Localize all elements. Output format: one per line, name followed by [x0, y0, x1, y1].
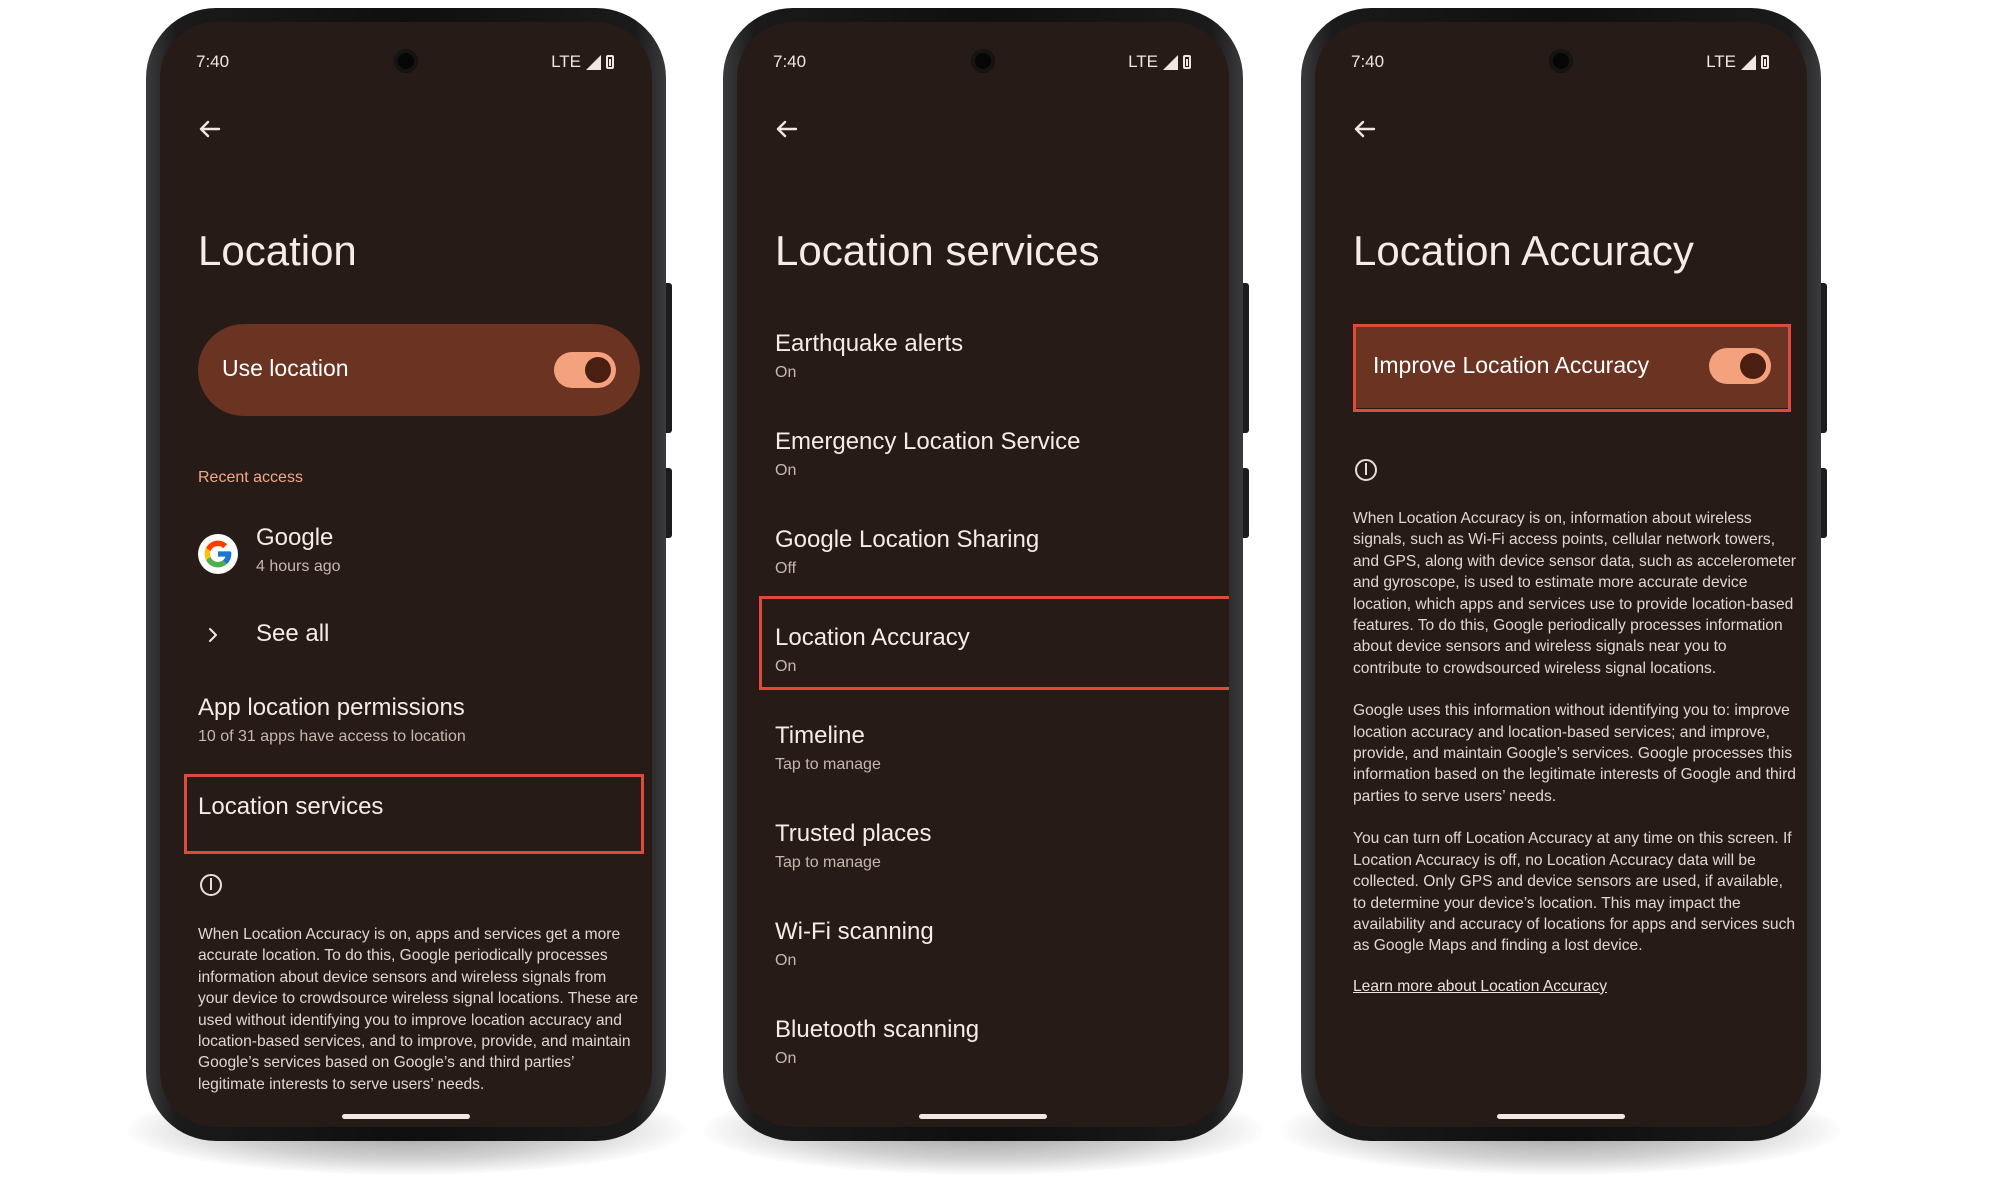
status-time: 7:40 [773, 52, 807, 71]
list-item-title: Trusted places [775, 820, 932, 847]
list-item-google-location-sharing[interactable]: Google Location Sharing Off [775, 526, 1039, 578]
info-paragraph-1: When Location Accuracy is on, informatio… [1353, 510, 1796, 677]
battery-icon [606, 55, 614, 69]
page-title: Location Accuracy [1353, 227, 1694, 274]
battery-icon [1761, 55, 1769, 69]
list-item-title: Timeline [775, 722, 865, 749]
highlight-box [1353, 324, 1791, 412]
side-button [1821, 468, 1827, 538]
home-indicator[interactable] [919, 1114, 1047, 1119]
highlight-box [759, 596, 1229, 690]
list-item-wifi-scanning[interactable]: Wi-Fi scanning On [775, 918, 934, 970]
home-indicator[interactable] [1497, 1114, 1625, 1119]
switch-knob [585, 357, 611, 383]
app-location-permissions[interactable]: App location permissions 10 of 31 apps h… [198, 694, 466, 746]
front-camera [971, 49, 995, 73]
see-all-label: See all [256, 620, 330, 647]
list-item-status: Tap to manage [775, 854, 881, 871]
back-arrow-icon[interactable] [771, 114, 801, 144]
list-item-title: Earthquake alerts [775, 330, 964, 357]
recent-app-name: Google [256, 524, 334, 551]
list-item-earthquake-alerts[interactable]: Earthquake alerts On [775, 330, 963, 382]
screen: 7:40 LTE Location services Earthquake al… [737, 22, 1229, 1127]
list-item-title: Bluetooth scanning [775, 1016, 980, 1043]
network-label: LTE [1128, 52, 1158, 71]
phone-location-services: 7:40 LTE Location services Earthquake al… [723, 8, 1249, 1141]
screen: 7:40 LTE Location Use location Recent ac… [160, 22, 652, 1127]
phone-location: 7:40 LTE Location Use location Recent ac… [146, 8, 672, 1141]
chevron-right-icon [209, 628, 217, 642]
app-permissions-subtitle: 10 of 31 apps have access to location [198, 728, 466, 745]
signal-icon [1741, 54, 1756, 70]
back-arrow-icon[interactable] [194, 114, 224, 144]
screen: 7:40 LTE Location Accuracy Improve Locat… [1315, 22, 1807, 1127]
toggle-label: Use location [222, 355, 349, 381]
list-item-timeline[interactable]: Timeline Tap to manage [775, 722, 881, 774]
status-time: 7:40 [1351, 52, 1385, 71]
info-text: When Location Accuracy is on, apps and s… [198, 926, 639, 1093]
list-item-title: Emergency Location Service [775, 428, 1081, 455]
list-item-emergency-location-service[interactable]: Emergency Location Service On [775, 428, 1080, 480]
home-indicator[interactable] [342, 1114, 470, 1119]
network-label: LTE [1706, 52, 1736, 71]
info-icon [1355, 459, 1377, 481]
google-icon [198, 534, 238, 574]
front-camera [1549, 49, 1573, 73]
toggle-switch[interactable] [554, 352, 616, 388]
side-button [1243, 468, 1249, 538]
see-all-link[interactable]: See all [256, 620, 329, 648]
recent-app-time: 4 hours ago [256, 558, 341, 575]
list-item-status: On [775, 952, 797, 969]
info-paragraph-2: Google uses this information without ide… [1353, 702, 1796, 805]
phone-location-accuracy: 7:40 LTE Location Accuracy Improve Locat… [1301, 8, 1827, 1141]
highlight-box [184, 774, 644, 854]
network-label: LTE [551, 52, 581, 71]
info-paragraph-3: You can turn off Location Accuracy at an… [1353, 830, 1796, 955]
app-permissions-title: App location permissions [198, 694, 465, 721]
back-arrow-icon[interactable] [1349, 114, 1379, 144]
list-item-title: Google Location Sharing [775, 526, 1040, 553]
info-paragraphs: When Location Accuracy is on, informatio… [1353, 508, 1799, 1018]
list-item-status: On [775, 462, 797, 479]
list-item-status: Off [775, 560, 797, 577]
list-item-status: On [775, 364, 797, 381]
side-button [666, 468, 672, 538]
list-item-title: Wi-Fi scanning [775, 918, 934, 945]
signal-icon [1163, 54, 1178, 70]
use-location-toggle-card[interactable]: Use location [198, 324, 640, 416]
learn-more-link[interactable]: Learn more about Location Accuracy [1353, 978, 1607, 995]
signal-icon [586, 54, 601, 70]
list-item-status: On [775, 1050, 797, 1067]
side-button [1821, 283, 1827, 433]
list-item-bluetooth-scanning[interactable]: Bluetooth scanning On [775, 1016, 979, 1068]
page-title: Location [198, 227, 357, 274]
front-camera [394, 49, 418, 73]
side-button [666, 283, 672, 433]
recent-access-label: Recent access [198, 469, 303, 486]
side-button [1243, 283, 1249, 433]
page-title: Location services [775, 227, 1100, 274]
status-time: 7:40 [196, 52, 230, 71]
recent-app-google[interactable]: Google 4 hours ago [256, 524, 341, 576]
list-item-status: Tap to manage [775, 756, 881, 773]
list-item-trusted-places[interactable]: Trusted places Tap to manage [775, 820, 932, 872]
info-icon [200, 874, 222, 896]
battery-icon [1183, 55, 1191, 69]
